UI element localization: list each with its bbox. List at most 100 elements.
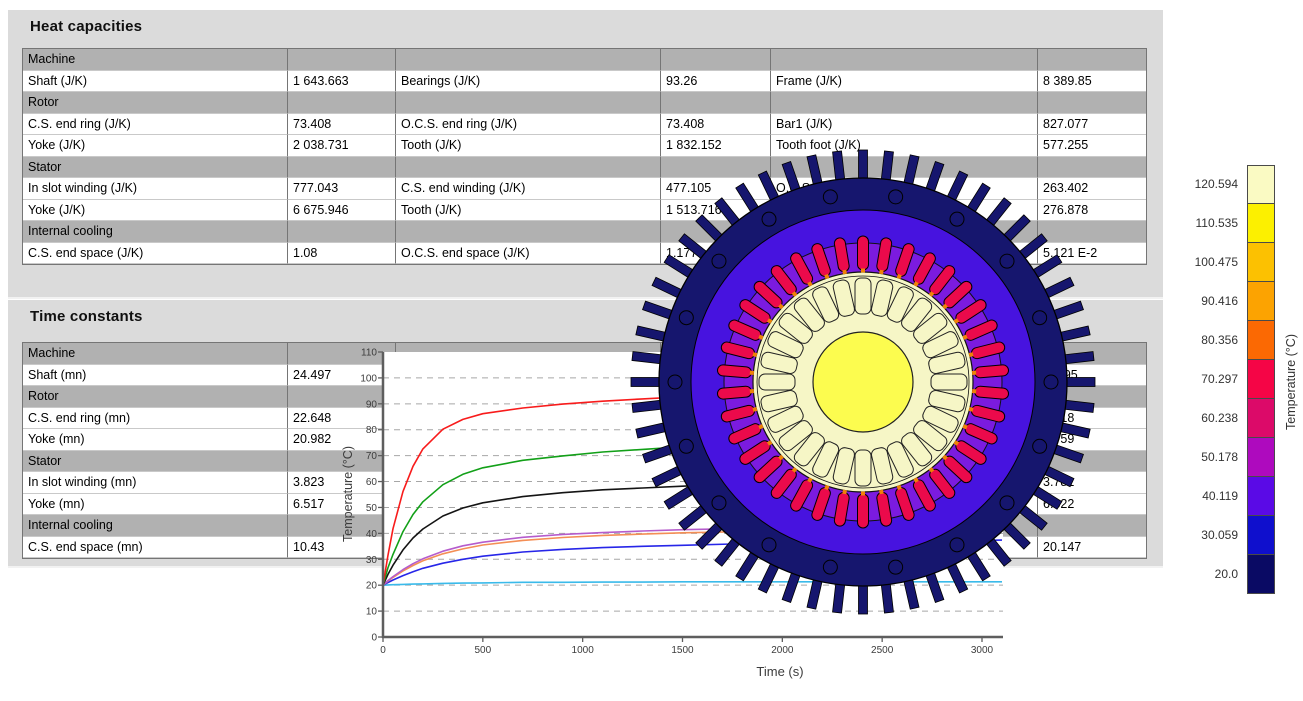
colorbar-segment	[1247, 165, 1275, 204]
svg-text:50: 50	[366, 503, 378, 514]
value-cell: 93.26	[661, 71, 771, 93]
colorbar-segment	[1247, 243, 1275, 282]
colorbar-segment	[1247, 204, 1275, 243]
label-cell: Yoke (mn)	[23, 494, 288, 516]
label-cell: C.S. end ring (J/K)	[23, 114, 288, 136]
section-header-cell: Internal cooling	[23, 221, 288, 243]
time-constants-title: Time constants	[30, 308, 143, 325]
value-cell: 73.408	[661, 114, 771, 136]
section-header-cell	[771, 49, 1038, 71]
value-cell: 6 675.946	[288, 200, 396, 222]
machine-cross-section	[625, 144, 1101, 620]
svg-text:100: 100	[360, 373, 377, 384]
section-header-cell	[1038, 49, 1146, 71]
colorbar-segment	[1247, 438, 1275, 477]
svg-text:110: 110	[361, 348, 377, 359]
label-cell: Tooth (J/K)	[396, 200, 661, 222]
svg-text:0: 0	[371, 633, 377, 644]
colorbar-tick-label: 70.297	[1150, 372, 1238, 386]
label-cell: Yoke (mn)	[23, 429, 288, 451]
section-header-cell: Stator	[23, 451, 288, 473]
y-axis-title: Temperature (°C)	[341, 446, 355, 542]
section-header-cell	[288, 157, 396, 179]
value-cell: 777.043	[288, 178, 396, 200]
section-header-cell	[396, 157, 661, 179]
temperature-colorbar	[1247, 165, 1275, 594]
heat-capacities-title: Heat capacities	[30, 18, 142, 35]
svg-text:500: 500	[474, 645, 491, 656]
section-header-cell	[661, 92, 771, 114]
svg-text:1000: 1000	[572, 645, 595, 656]
colorbar-tick-label: 120.594	[1150, 177, 1238, 191]
section-header-cell	[396, 221, 661, 243]
colorbar-tick-label: 100.475	[1150, 255, 1238, 269]
colorbar-tick-label: 20.0	[1150, 567, 1238, 581]
svg-text:1500: 1500	[671, 645, 694, 656]
label-cell: Shaft (J/K)	[23, 71, 288, 93]
value-cell: 73.408	[288, 114, 396, 136]
label-cell: C.S. end space (mn)	[23, 537, 288, 559]
colorbar-segment	[1247, 282, 1275, 321]
svg-text:3000: 3000	[971, 645, 994, 656]
colorbar-segment	[1247, 399, 1275, 438]
colorbar-segment	[1247, 360, 1275, 399]
section-header-cell	[288, 49, 396, 71]
colorbar-tick-label: 40.119	[1150, 489, 1238, 503]
label-cell: Yoke (J/K)	[23, 135, 288, 157]
colorbar-segment	[1247, 321, 1275, 360]
value-cell: 827.077	[1038, 114, 1146, 136]
value-cell: 1.08	[288, 243, 396, 265]
svg-text:0: 0	[380, 645, 386, 656]
svg-text:20: 20	[366, 581, 378, 592]
section-header-cell	[661, 49, 771, 71]
section-header-cell: Rotor	[23, 92, 288, 114]
svg-text:60: 60	[366, 477, 378, 488]
label-cell: C.S. end space (J/K)	[23, 243, 288, 265]
colorbar-tick-label: 90.416	[1150, 294, 1238, 308]
label-cell: In slot winding (J/K)	[23, 178, 288, 200]
label-cell: Tooth (J/K)	[396, 135, 661, 157]
svg-text:70: 70	[366, 451, 378, 462]
svg-text:30: 30	[366, 555, 378, 566]
colorbar-axis-title: Temperature (°C)	[1284, 327, 1300, 437]
section-header-cell	[771, 92, 1038, 114]
label-cell: Yoke (J/K)	[23, 200, 288, 222]
section-header-cell	[288, 221, 396, 243]
svg-text:2000: 2000	[771, 645, 794, 656]
value-cell: 2 038.731	[288, 135, 396, 157]
colorbar-tick-label: 50.178	[1150, 450, 1238, 464]
colorbar-tick-label: 60.238	[1150, 411, 1238, 425]
label-cell: C.S. end winding (J/K)	[396, 178, 661, 200]
label-cell: In slot winding (mn)	[23, 472, 288, 494]
label-cell: Bar1 (J/K)	[771, 114, 1038, 136]
svg-text:10: 10	[366, 607, 378, 618]
section-header-cell: Internal cooling	[23, 515, 288, 537]
section-header-cell: Rotor	[23, 386, 288, 408]
colorbar-segment	[1247, 555, 1275, 594]
value-cell: 8 389.85	[1038, 71, 1146, 93]
x-axis-title: Time (s)	[756, 664, 803, 679]
label-cell: Shaft (mn)	[23, 365, 288, 387]
colorbar-tick-label: 110.535	[1150, 216, 1238, 230]
svg-text:2500: 2500	[871, 645, 894, 656]
svg-text:40: 40	[366, 529, 378, 540]
section-header-cell	[396, 92, 661, 114]
section-header-cell: Machine	[23, 343, 288, 365]
value-cell: 1 643.663	[288, 71, 396, 93]
section-header-cell	[396, 49, 661, 71]
label-cell: C.S. end ring (mn)	[23, 408, 288, 430]
section-header-cell: Stator	[23, 157, 288, 179]
section-header-cell	[288, 92, 396, 114]
label-cell: O.C.S. end ring (J/K)	[396, 114, 661, 136]
colorbar-segment	[1247, 516, 1275, 555]
svg-text:80: 80	[366, 425, 378, 436]
label-cell: Bearings (J/K)	[396, 71, 661, 93]
section-header-cell: Machine	[23, 49, 288, 71]
colorbar-tick-label: 30.059	[1150, 528, 1238, 542]
label-cell: O.C.S. end space (J/K)	[396, 243, 661, 265]
svg-text:90: 90	[366, 399, 378, 410]
colorbar-segment	[1247, 477, 1275, 516]
section-header-cell	[1038, 92, 1146, 114]
colorbar-tick-label: 80.356	[1150, 333, 1238, 347]
label-cell: Frame (J/K)	[771, 71, 1038, 93]
